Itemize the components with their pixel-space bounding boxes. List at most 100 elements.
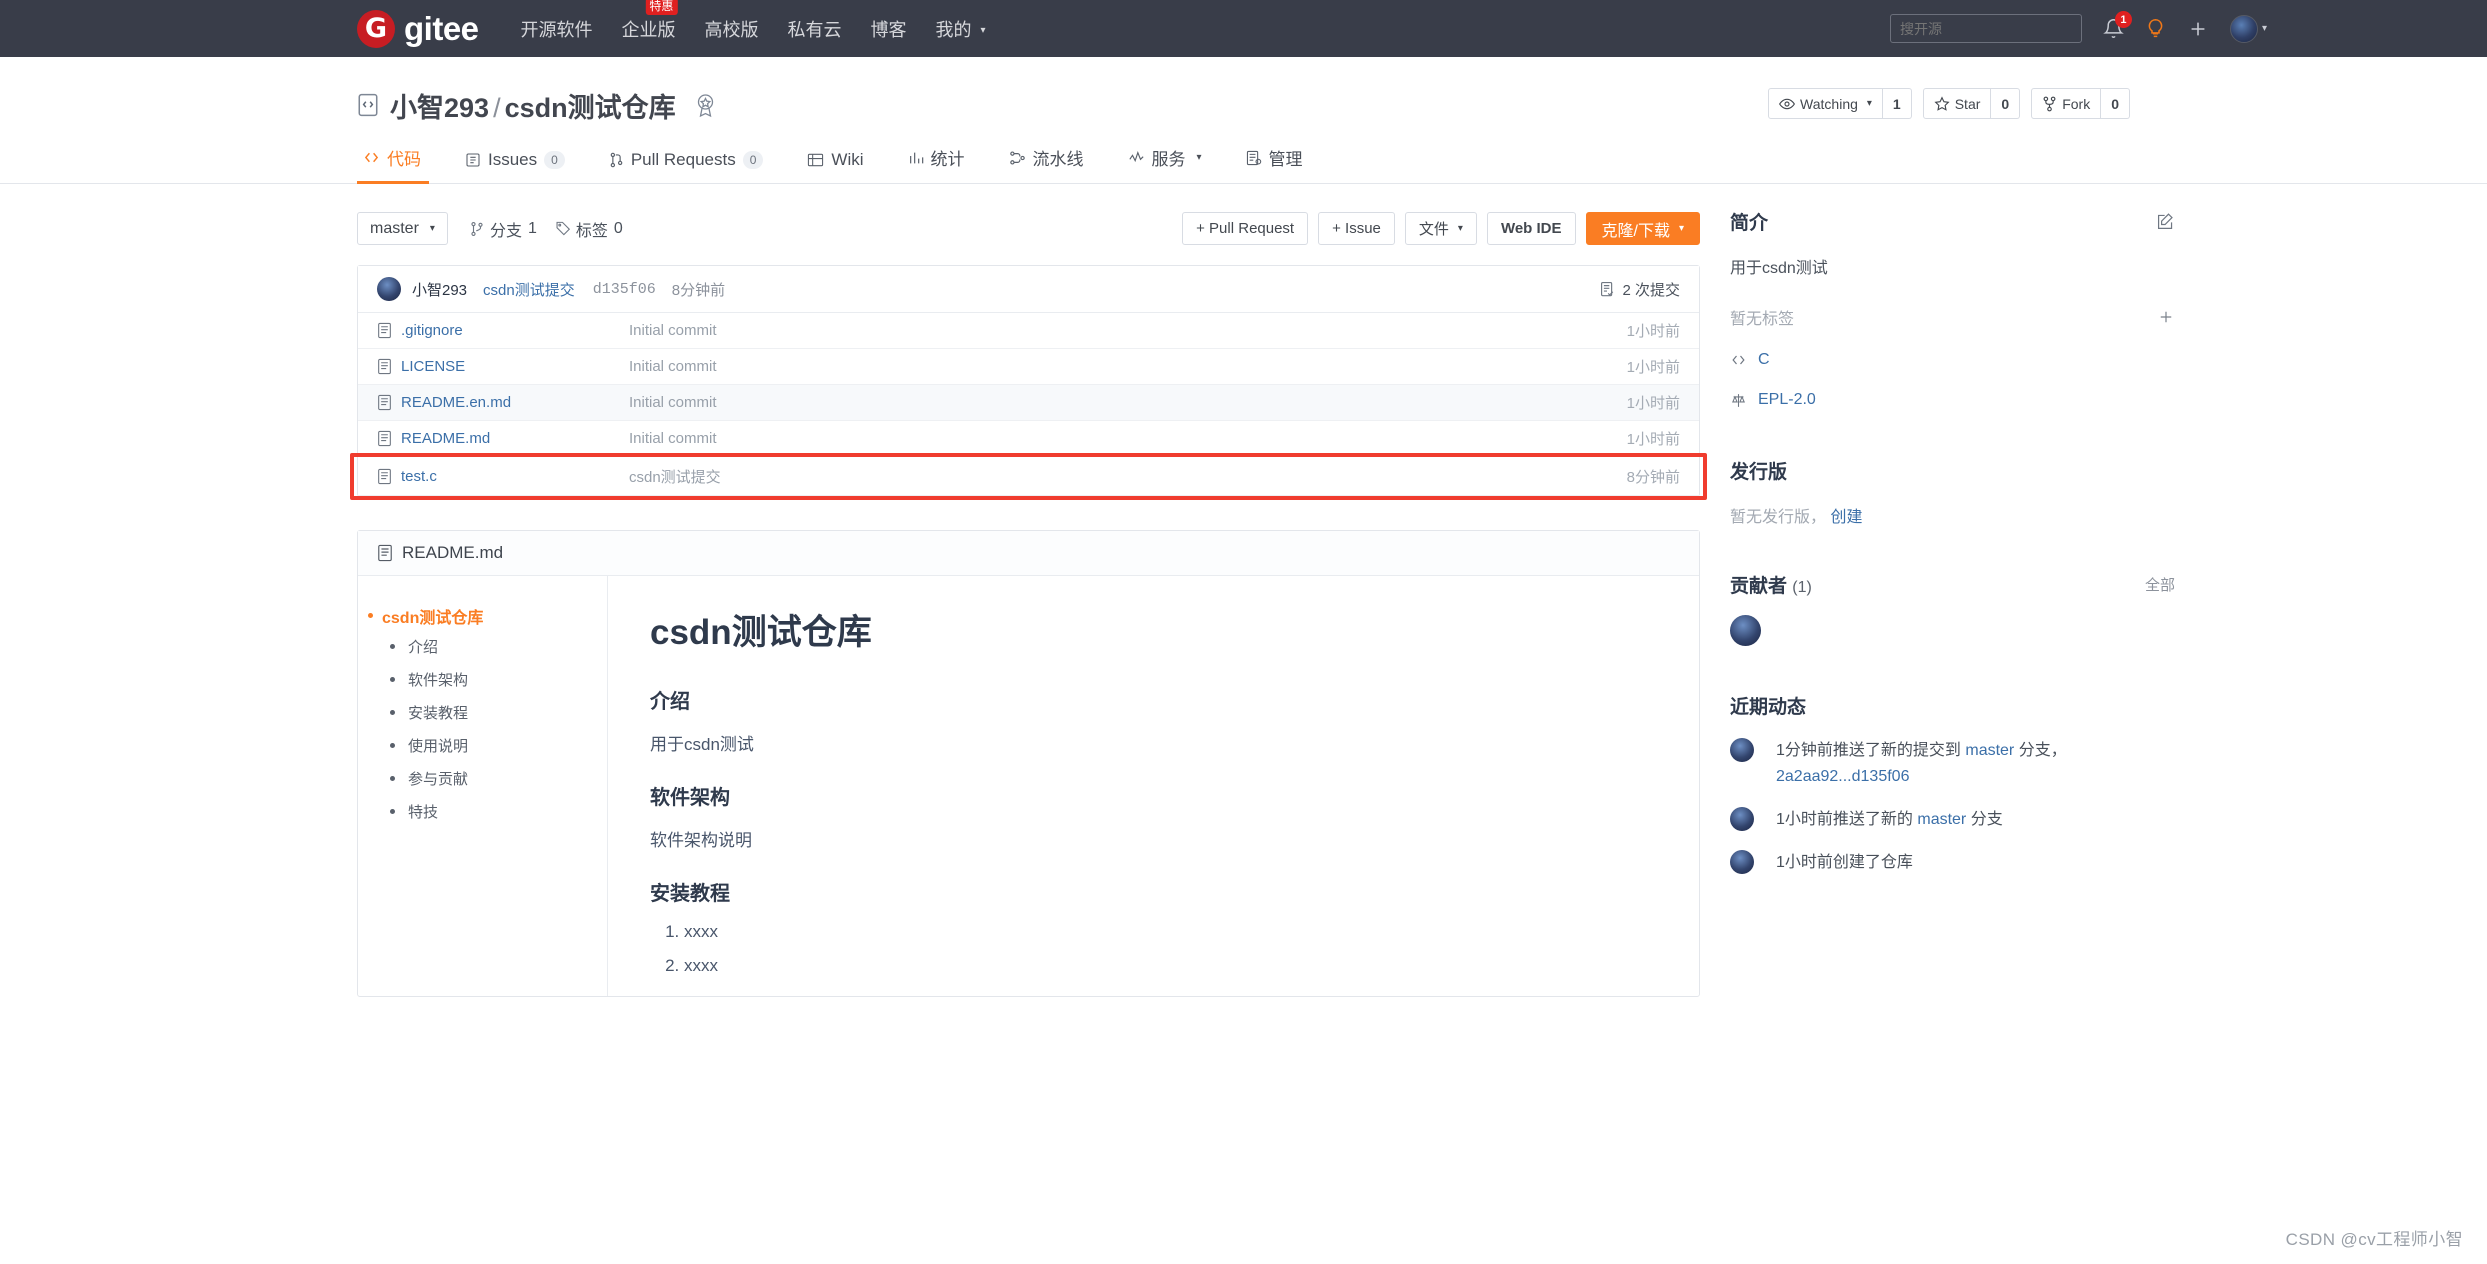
commit-sha[interactable]: d135f06 <box>593 281 656 298</box>
releases-empty-row: 暂无发行版， 创建 <box>1730 503 2175 527</box>
watch-button-group[interactable]: Watching ▾ 1 <box>1768 88 1912 119</box>
watermark: CSDN @cv工程师小智 <box>2285 1230 2463 1249</box>
file-icon <box>377 322 392 339</box>
tab-pipeline[interactable]: 流水线 <box>987 145 1106 183</box>
tab-issues[interactable]: Issues 0 <box>443 150 587 183</box>
avatar[interactable] <box>1730 738 1754 762</box>
tab-manage[interactable]: 管理 <box>1224 145 1325 183</box>
commits-count-link[interactable]: 2 次提交 <box>1599 279 1680 300</box>
contributors-title-label: 贡献者 <box>1730 576 1788 597</box>
nav-label: 企业版 <box>621 19 676 40</box>
sidebar-section-contributors: 贡献者 (1) 全部 <box>1730 571 2175 646</box>
tab-pull-requests[interactable]: Pull Requests 0 <box>587 150 786 183</box>
branch-selector[interactable]: master ▾ <box>357 212 448 245</box>
toc-link[interactable]: 特技 <box>408 804 438 821</box>
gitee-logo[interactable]: G gitee <box>357 9 479 48</box>
nav-item-privatecloud[interactable]: 私有云 <box>788 16 842 42</box>
toc-root-item: csdn测试仓库 介绍 软件架构 安装教程 使用说明 参与贡献 特技 <box>358 604 607 822</box>
main-nav: 开源软件 特惠 企业版 高校版 私有云 博客 我的 ▾ <box>521 0 986 42</box>
repo-name[interactable]: csdn测试仓库 <box>505 93 676 123</box>
language-label[interactable]: C <box>1758 351 1770 369</box>
tab-code[interactable]: 代码 <box>357 145 443 184</box>
file-time: 1小时前 <box>1626 395 1680 412</box>
contributors-all-link[interactable]: 全部 <box>2145 574 2175 595</box>
nav-item-enterprise[interactable]: 特惠 企业版 <box>621 0 678 42</box>
fork-button-group[interactable]: Fork 0 <box>2031 88 2130 119</box>
files-menu-button[interactable]: 文件 ▾ <box>1404 212 1477 245</box>
toc-link[interactable]: 参与贡献 <box>408 771 468 788</box>
avatar[interactable] <box>1730 806 1754 831</box>
sidebar-section-intro: 简介 用于csdn测试 暂无标签 C EPL-2.0 <box>1730 208 2175 409</box>
avatar[interactable] <box>1730 615 1761 646</box>
plus-icon <box>2187 18 2209 40</box>
new-pull-request-button[interactable]: + Pull Request <box>1182 212 1309 245</box>
watch-button[interactable]: Watching ▾ <box>1768 88 1883 119</box>
toc-link[interactable]: 安装教程 <box>408 705 468 722</box>
table-row[interactable]: README.md Initial commit 1小时前 <box>358 421 1699 457</box>
toc-link[interactable]: 介绍 <box>408 639 438 656</box>
search-input[interactable] <box>1889 14 2082 43</box>
activity-branch-link[interactable]: master <box>1917 811 1966 828</box>
file-link[interactable]: .gitignore <box>377 322 629 339</box>
nav-item-edu[interactable]: 高校版 <box>705 16 759 42</box>
suggestion-button[interactable] <box>2145 18 2166 39</box>
file-icon <box>377 544 393 562</box>
file-link[interactable]: LICENSE <box>377 358 629 375</box>
tab-services[interactable]: 服务 ▾ <box>1106 145 1224 183</box>
watch-count[interactable]: 1 <box>1882 88 1912 119</box>
web-ide-button[interactable]: Web IDE <box>1486 212 1576 245</box>
add-tag-icon[interactable] <box>2157 308 2175 326</box>
chart-icon <box>908 150 924 166</box>
fork-button[interactable]: Fork <box>2031 88 2102 119</box>
commit-author[interactable]: 小智293 <box>412 279 467 300</box>
toc-link[interactable]: 软件架构 <box>408 672 468 689</box>
gitee-logo-icon: G <box>357 9 395 48</box>
fork-count[interactable]: 0 <box>2101 88 2130 119</box>
nav-label: 私有云 <box>787 19 842 40</box>
contributors-count: (1) <box>1792 579 1812 596</box>
file-link[interactable]: README.md <box>377 430 629 447</box>
file-link[interactable]: README.en.md <box>377 394 629 411</box>
star-count[interactable]: 0 <box>1991 88 2021 119</box>
license-row: EPL-2.0 <box>1730 391 2175 409</box>
tags-link[interactable]: 标签 0 <box>555 217 623 241</box>
toc-link[interactable]: 使用说明 <box>408 738 468 755</box>
nav-item-blog[interactable]: 博客 <box>871 16 907 42</box>
repo-badge-icon <box>693 92 718 118</box>
create-release-link[interactable]: 创建 <box>1830 509 1862 526</box>
table-row[interactable]: test.c csdn测试提交 8分钟前 <box>358 457 1699 496</box>
user-menu-button[interactable]: ▾ <box>2229 14 2267 43</box>
license-label[interactable]: EPL-2.0 <box>1758 391 1816 409</box>
star-button-group[interactable]: Star 0 <box>1922 88 2021 119</box>
file-link[interactable]: test.c <box>377 468 629 485</box>
new-issue-button[interactable]: + Issue <box>1318 212 1395 245</box>
edit-icon[interactable] <box>2156 212 2175 231</box>
table-row[interactable]: LICENSE Initial commit 1小时前 <box>358 349 1699 385</box>
tab-statistics[interactable]: 统计 <box>886 145 987 183</box>
intro-description: 用于csdn测试 <box>1730 260 1828 277</box>
nav-item-mine[interactable]: 我的 ▾ <box>936 16 986 42</box>
avatar[interactable] <box>1730 849 1754 874</box>
eye-icon <box>1779 96 1796 112</box>
list-item: 1小时前创建了仓库 <box>1730 849 2175 876</box>
lightbulb-icon <box>2145 18 2166 39</box>
repo-owner[interactable]: 小智293 <box>390 93 489 123</box>
activity-branch-link[interactable]: master <box>1965 742 2014 759</box>
file-name: test.c <box>401 467 437 485</box>
clone-download-button[interactable]: 克隆/下载 ▾ <box>1585 212 1700 245</box>
table-row[interactable]: README.en.md Initial commit 1小时前 <box>358 385 1699 421</box>
activity-commit-link[interactable]: 2a2aa92...d135f06 <box>1776 768 1909 785</box>
star-button[interactable]: Star <box>1922 88 1992 119</box>
list-item: 软件架构 <box>382 669 607 690</box>
toc-link-root[interactable]: csdn测试仓库 <box>382 610 483 627</box>
notification-button[interactable]: 1 <box>2103 11 2132 39</box>
tags-count: 0 <box>613 219 623 237</box>
table-row[interactable]: .gitignore Initial commit 1小时前 <box>358 313 1699 349</box>
tab-wiki[interactable]: Wiki <box>785 150 885 183</box>
create-new-button[interactable] <box>2187 18 2209 40</box>
nav-item-opensource[interactable]: 开源软件 <box>521 16 593 42</box>
branches-link[interactable]: 分支 1 <box>470 217 537 241</box>
star-label: Star <box>1954 95 1981 112</box>
tab-label: 管理 <box>1268 150 1303 169</box>
commit-message[interactable]: csdn测试提交 <box>483 279 575 300</box>
